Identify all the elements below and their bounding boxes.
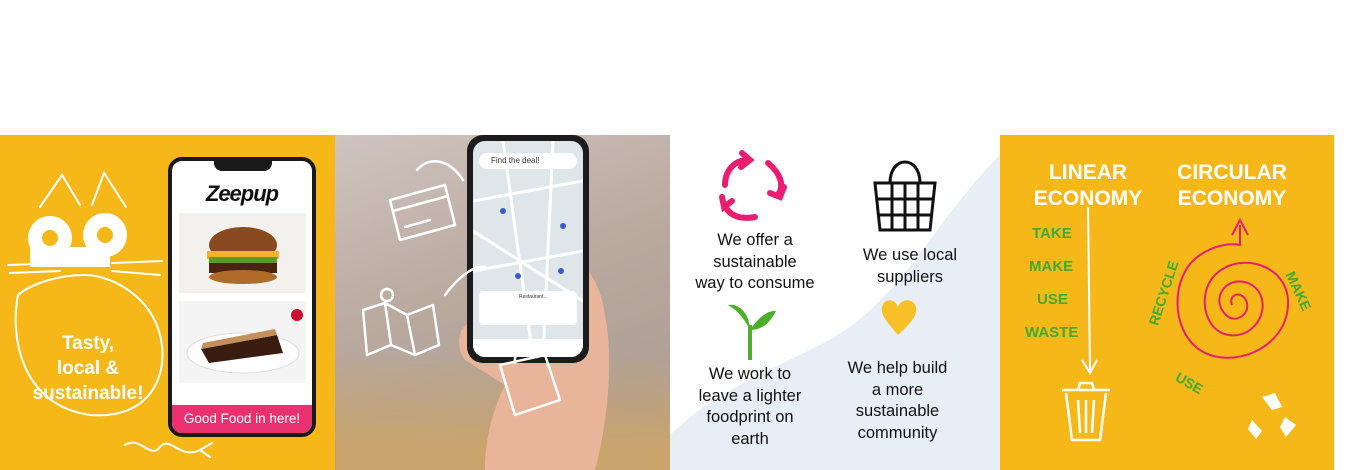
caption-line: We use local bbox=[862, 246, 958, 264]
spiral-icon bbox=[1176, 217, 1290, 359]
panel-economy: LINEAR ECONOMY CIRCULAR ECONOMY TAKE MAK… bbox=[1000, 135, 1334, 470]
tagline-line: local & bbox=[56, 358, 120, 379]
credit-card-icon bbox=[388, 183, 457, 242]
caption-line: foodprint on bbox=[706, 408, 794, 426]
sprout-icon bbox=[728, 304, 776, 360]
burger-photo bbox=[179, 213, 306, 293]
cta-banner[interactable]: Good Food in here! bbox=[172, 405, 312, 433]
burger-icon bbox=[207, 227, 279, 284]
caption-line: We work to bbox=[708, 365, 792, 383]
caption-line: leave a lighter bbox=[698, 386, 802, 405]
panel-zeepup-app: Tasty, local & sustainable! Zeepup Good … bbox=[0, 135, 335, 470]
recycle-arrows-icon bbox=[719, 150, 787, 221]
value-foodprint: We work to leave a lighter foodprint on … bbox=[675, 364, 825, 450]
pie-photo bbox=[179, 301, 306, 383]
trash-can-icon bbox=[1062, 381, 1110, 442]
pie-icon bbox=[186, 309, 303, 374]
doodle-overlay bbox=[361, 160, 562, 417]
economy-doodles bbox=[1062, 206, 1296, 442]
panel-map-app: Find the deal! Restaurant... bbox=[335, 135, 670, 470]
basket-icon bbox=[873, 160, 937, 232]
down-arrow-icon bbox=[1081, 206, 1098, 376]
tagline-line: sustainable! bbox=[32, 383, 144, 404]
heart-icon bbox=[881, 300, 917, 335]
value-community: We help build a more sustainable communi… bbox=[830, 358, 965, 444]
caption-line: a more bbox=[871, 380, 924, 399]
caption-line: We help build bbox=[847, 359, 948, 377]
recycle-symbol-icon bbox=[1248, 393, 1296, 439]
arrow-icon bbox=[415, 160, 465, 182]
caption-line: sustainable bbox=[855, 402, 940, 420]
caption-line: way to consume bbox=[695, 274, 815, 292]
caption-line: community bbox=[857, 423, 938, 442]
banner-strip: Tasty, local & sustainable! Zeepup Good … bbox=[0, 135, 1334, 470]
panel-values: We offer a sustainable way to consume We… bbox=[670, 135, 1000, 470]
map-fold-icon bbox=[361, 301, 441, 357]
caption-line: suppliers bbox=[876, 267, 944, 286]
tagline: Tasty, local & sustainable! bbox=[18, 331, 158, 406]
caption-line: sustainable bbox=[713, 252, 797, 271]
phone-mockup: Zeepup Good Food in here! bbox=[168, 157, 316, 437]
caption-line: We offer a bbox=[717, 231, 793, 249]
arrow-icon bbox=[443, 265, 487, 297]
caption-line: earth bbox=[731, 429, 769, 448]
value-local: We use local suppliers bbox=[845, 245, 975, 288]
tagline-line: Tasty, bbox=[61, 333, 115, 354]
pin-icon bbox=[379, 287, 395, 303]
shopping-bag-icon bbox=[498, 345, 562, 417]
zeepup-logo: Zeepup bbox=[205, 181, 279, 206]
value-offer: We offer a sustainable way to consume bbox=[680, 230, 830, 295]
phone-notch bbox=[214, 161, 272, 171]
